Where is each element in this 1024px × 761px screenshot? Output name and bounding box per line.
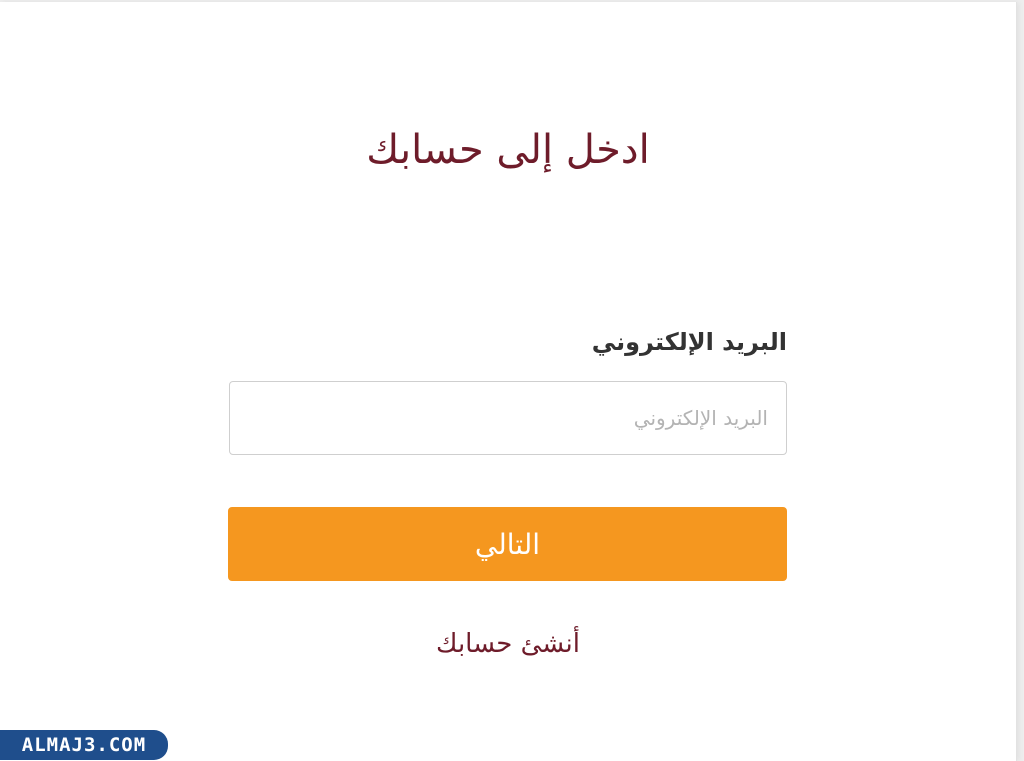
email-label: البريد الإلكتروني bbox=[591, 328, 787, 356]
login-card: ادخل إلى حسابك البريد الإلكتروني التالي … bbox=[0, 2, 1017, 761]
page-title: ادخل إلى حسابك bbox=[366, 127, 650, 173]
create-account-link[interactable]: أنشئ حسابك bbox=[229, 624, 787, 664]
email-field[interactable] bbox=[229, 381, 787, 455]
next-button[interactable]: التالي bbox=[228, 507, 787, 581]
site-watermark-logo: ALMAJ3.COM bbox=[0, 730, 168, 760]
